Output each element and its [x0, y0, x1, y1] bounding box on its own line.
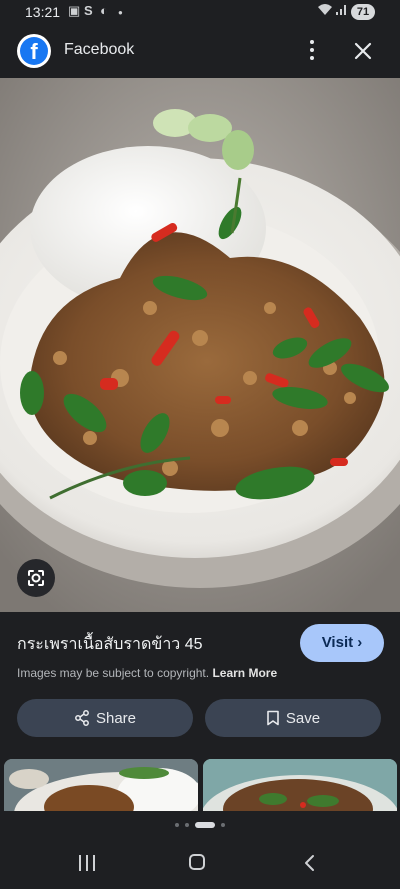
related-images-strip [0, 755, 400, 811]
related-image-thumbnail[interactable] [4, 759, 198, 811]
recent-apps-icon[interactable] [79, 855, 95, 871]
visit-label: Visit [321, 634, 354, 651]
top-bar: f Facebook [0, 24, 400, 78]
chevron-right-icon: › [357, 634, 363, 651]
pager-dot-active [195, 822, 215, 828]
battery-indicator: 71 [351, 4, 375, 20]
image-info-panel: กระเพราเนื้อสับราดข้าว 45 Visit › Images… [0, 612, 400, 762]
skype-icon: ◐ [100, 3, 108, 18]
pager-indicator [0, 811, 400, 839]
signal-icon [336, 3, 348, 19]
pager-dot [185, 823, 189, 827]
related-image-thumbnail[interactable] [203, 759, 397, 811]
food-photo[interactable] [0, 78, 400, 612]
lens-icon [28, 570, 44, 586]
source-title: Facebook [64, 41, 135, 58]
google-lens-button[interactable] [17, 559, 55, 597]
pager-dot [175, 823, 179, 827]
facebook-logo-icon: f [17, 34, 51, 68]
share-icon [75, 710, 89, 726]
s-icon: S [84, 3, 93, 18]
dot-icon: ● [118, 8, 123, 17]
pager-dot [221, 823, 225, 827]
learn-more-link[interactable]: Learn More [212, 666, 277, 680]
visit-button[interactable]: Visit › [300, 624, 384, 662]
copyright-text: Images may be subject to copyright. [17, 666, 210, 680]
facebook-logo-letter: f [20, 37, 48, 65]
back-icon[interactable] [300, 853, 320, 873]
save-button[interactable]: Save [205, 699, 381, 737]
status-bar: 13:21 ▣ S ◐ ● 71 [0, 0, 400, 24]
save-label: Save [285, 709, 321, 727]
bookmark-icon [267, 710, 279, 726]
image-title: กระเพราเนื้อสับราดข้าว 45 [17, 636, 203, 653]
system-navigation-bar [0, 839, 400, 889]
share-button[interactable]: Share [17, 699, 193, 737]
more-options-icon[interactable] [302, 36, 322, 66]
gallery-icon: ▣ [68, 3, 81, 18]
wifi-icon [317, 3, 333, 19]
food-photo-illustration [0, 78, 400, 612]
status-time: 13:21 [25, 4, 61, 20]
share-label: Share [95, 709, 137, 727]
home-icon[interactable] [189, 854, 205, 870]
close-icon[interactable] [350, 38, 376, 64]
copyright-notice: Images may be subject to copyright. Lear… [17, 666, 277, 680]
